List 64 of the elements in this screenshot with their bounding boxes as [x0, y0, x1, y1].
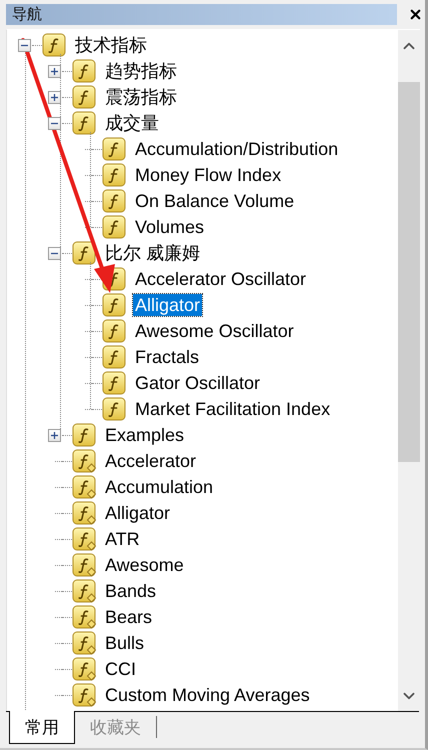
function-icon [102, 292, 127, 318]
tree-item[interactable]: Money Flow Index [133, 164, 284, 186]
expand-toggle[interactable] [48, 246, 61, 260]
tree-item[interactable]: Bears [103, 606, 154, 628]
tree-item[interactable]: Alligator [103, 502, 172, 524]
function-icon [102, 344, 127, 370]
panel-title: 导航 [12, 5, 42, 24]
expand-toggle[interactable] [48, 116, 61, 130]
function-icon [102, 214, 127, 240]
tree-item[interactable]: Fractals [133, 346, 202, 368]
expand-toggle[interactable] [18, 38, 31, 52]
function-icon [72, 84, 97, 110]
scrollbar-thumb[interactable] [398, 82, 420, 462]
function-icon [72, 110, 97, 136]
function-icon [72, 58, 97, 84]
tree-item[interactable]: Accumulation [103, 476, 216, 498]
tree-item[interactable]: Custom Moving Averages [103, 684, 312, 706]
tree-item[interactable]: Bands [103, 580, 158, 602]
function-icon [102, 188, 127, 214]
tree-item[interactable]: Awesome [103, 554, 186, 576]
tree-item[interactable]: Volumes [133, 216, 206, 238]
function-script-icon [72, 604, 97, 630]
function-script-icon [72, 552, 97, 578]
function-icon [42, 32, 67, 58]
tree-item[interactable]: 成交量 [103, 112, 161, 134]
tree-item[interactable]: Bulls [103, 632, 146, 654]
tree-item[interactable]: Accelerator Oscillator [133, 268, 308, 290]
tree-item[interactable]: CCI [103, 658, 138, 680]
tree-item[interactable]: Examples [103, 424, 186, 446]
function-icon [102, 396, 127, 422]
function-script-icon [72, 656, 97, 682]
function-icon [72, 422, 97, 448]
function-icon [102, 318, 127, 344]
function-script-icon [72, 448, 97, 474]
expand-toggle[interactable] [48, 90, 61, 104]
tree-item[interactable]: 技术指标 [73, 34, 149, 56]
tree-item[interactable]: 趋势指标 [103, 60, 179, 82]
function-script-icon [72, 500, 97, 526]
tree-item[interactable]: Gator Oscillator [133, 372, 262, 394]
tree-item[interactable]: 震荡指标 [103, 86, 179, 108]
function-script-icon [72, 578, 97, 604]
function-script-icon [72, 682, 97, 708]
function-icon [72, 240, 97, 266]
expand-toggle[interactable] [48, 428, 61, 442]
tree-item[interactable]: Market Facilitation Index [133, 398, 332, 420]
function-icon [102, 162, 127, 188]
close-icon [408, 7, 423, 22]
function-script-icon [72, 526, 97, 552]
tab[interactable]: 常用 [9, 711, 75, 744]
tree-item[interactable]: On Balance Volume [133, 190, 296, 212]
tree-item[interactable]: Accelerator [103, 450, 198, 472]
tree-item[interactable]: Alligator [133, 294, 202, 316]
function-script-icon [72, 474, 97, 500]
plus-icon [50, 430, 59, 440]
function-script-icon [72, 630, 97, 656]
expand-toggle[interactable] [48, 64, 61, 78]
plus-icon [50, 66, 59, 76]
function-icon [102, 370, 127, 396]
function-icon [102, 136, 127, 162]
tree-item[interactable]: Awesome Oscillator [133, 320, 296, 342]
tree-item[interactable]: 比尔 威廉姆 [103, 242, 202, 264]
plus-icon [50, 92, 59, 102]
tree-item[interactable]: Accumulation/Distribution [133, 138, 340, 160]
tree-item[interactable]: ATR [103, 528, 142, 550]
